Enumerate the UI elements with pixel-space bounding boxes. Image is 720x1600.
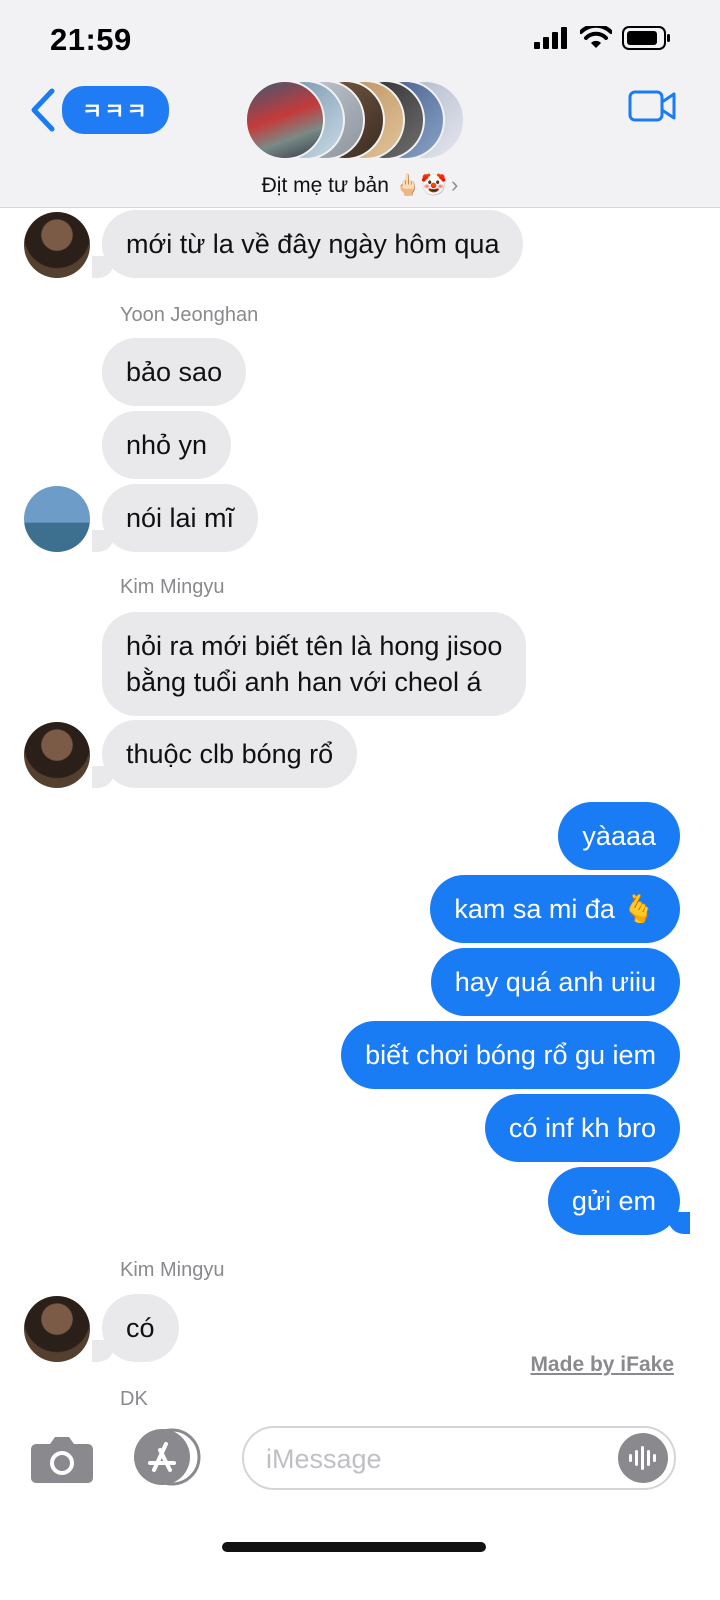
message-bubble-outgoing[interactable]: có inf kh bro	[484, 1094, 680, 1162]
sender-name: Kim Mingyu	[120, 576, 225, 598]
message-bubble-outgoing[interactable]: gửi em	[547, 1167, 680, 1235]
group-name[interactable]: Địt mẹ tư bản 🖕🏻🤡 ›	[0, 172, 720, 198]
message-input[interactable]	[266, 1440, 606, 1478]
message-bubble-incoming[interactable]: nói lai mĩ	[102, 484, 259, 552]
watermark: Made by iFake	[530, 1353, 674, 1376]
group-avatar-stack[interactable]	[245, 80, 465, 164]
cellular-signal-icon	[534, 27, 567, 49]
chat-header: 21:59 ㅋㅋㅋ Địt mẹ tư bản 🖕🏻🤡 ›	[0, 0, 720, 208]
avatar[interactable]	[24, 1296, 90, 1362]
video-camera-icon	[628, 90, 676, 122]
message-input-container	[242, 1426, 676, 1490]
sender-name: Kim Mingyu	[120, 1259, 225, 1281]
app-store-button[interactable]	[132, 1428, 206, 1491]
message-bubble-incoming[interactable]: có	[102, 1294, 179, 1362]
message-bubble-outgoing[interactable]: hay quá anh ưiiu	[430, 948, 680, 1016]
chevron-right-icon: ›	[451, 172, 459, 197]
video-call-button[interactable]	[628, 90, 676, 127]
avatar[interactable]	[24, 486, 90, 552]
message-list[interactable]: mới từ la về đây ngày hôm qua Yoon Jeong…	[0, 208, 720, 1420]
message-bubble-outgoing[interactable]: yàaaa	[558, 802, 680, 870]
sender-name: Yoon Jeonghan	[120, 304, 259, 326]
chevron-left-icon	[31, 88, 55, 132]
avatar[interactable]	[24, 212, 90, 278]
avatar[interactable]	[24, 722, 90, 788]
message-bubble-outgoing[interactable]: biết chơi bóng rổ gu iem	[341, 1021, 680, 1089]
back-button[interactable]: ㅋㅋㅋ	[28, 86, 169, 134]
sender-name: DK	[120, 1388, 148, 1410]
audio-message-button[interactable]	[618, 1433, 668, 1483]
camera-button[interactable]	[30, 1434, 94, 1489]
status-time: 21:59	[50, 22, 132, 57]
unread-count-badge: ㅋㅋㅋ	[62, 86, 169, 134]
bubble-tail	[92, 530, 114, 552]
waveform-icon	[629, 1446, 656, 1470]
message-bubble-incoming[interactable]: bảo sao	[102, 338, 247, 406]
message-bubble-incoming[interactable]: nhỏ yn	[102, 411, 232, 479]
bubble-tail	[92, 1340, 114, 1362]
bubble-tail	[92, 766, 114, 788]
message-bubble-incoming[interactable]: mới từ la về đây ngày hôm qua	[102, 210, 524, 278]
message-bubble-incoming[interactable]: hỏi ra mới biết tên là hong jisoo bằng t…	[102, 612, 527, 716]
group-title: Địt mẹ tư bản 🖕🏻🤡	[261, 174, 448, 197]
wifi-icon	[580, 26, 612, 48]
bubble-tail	[92, 256, 114, 278]
app-store-icon	[134, 1428, 201, 1486]
group-avatar	[245, 80, 325, 160]
message-bubble-incoming[interactable]: thuộc clb bóng rổ	[102, 720, 358, 788]
battery-icon	[622, 26, 670, 50]
camera-icon	[31, 1437, 93, 1483]
status-icons	[534, 26, 672, 50]
home-indicator[interactable]	[222, 1542, 486, 1552]
message-bubble-outgoing[interactable]: kam sa mi đa 🫰	[430, 875, 680, 943]
composer-bar	[0, 1420, 720, 1600]
bubble-tail	[668, 1212, 690, 1234]
